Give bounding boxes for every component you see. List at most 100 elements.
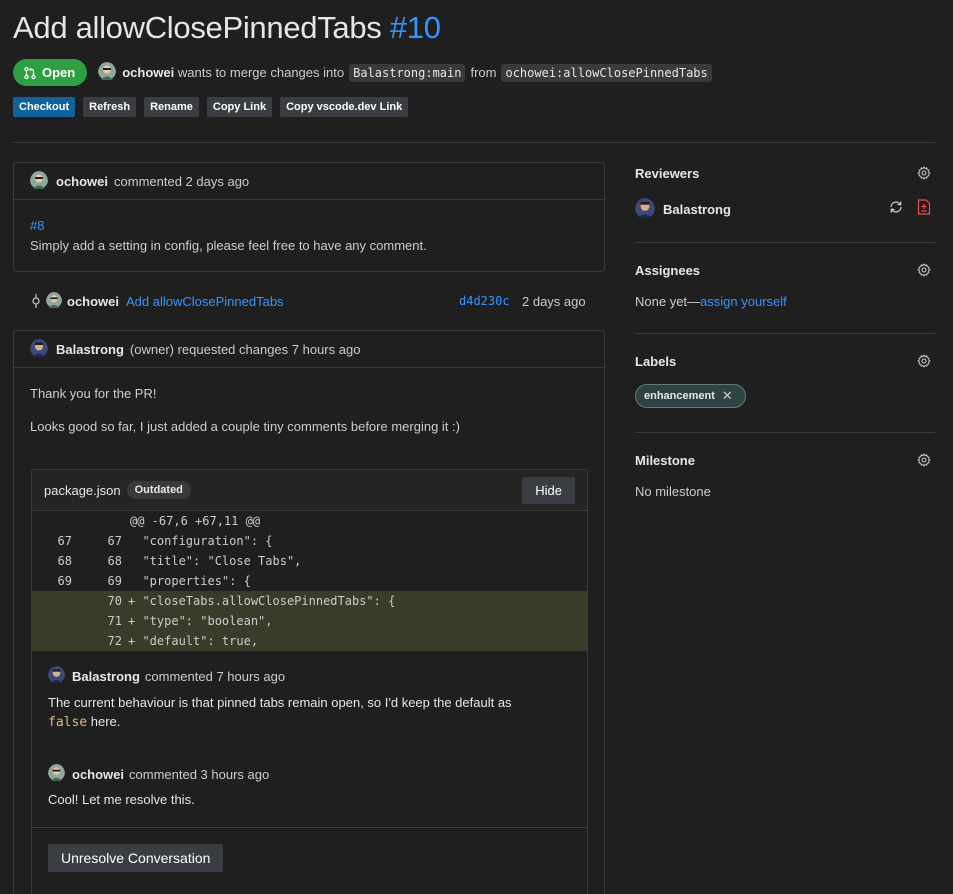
review-paragraph: Thank you for the PR! bbox=[30, 386, 157, 401]
diff-hunk: @@ -67,6 +67,11 @@ 67 67 "configuration": … bbox=[32, 511, 587, 651]
pr-title: Add allowClosePinnedTabs #10 bbox=[13, 10, 441, 46]
sidebar-divider bbox=[635, 432, 935, 433]
issue-link[interactable]: #8 bbox=[30, 218, 44, 233]
changes-requested-icon bbox=[917, 199, 931, 215]
thread-text: Cool! Let me resolve this. bbox=[48, 792, 195, 807]
diff-line: 70 + "closeTabs.allowClosePinnedTabs": { bbox=[32, 591, 587, 611]
review-author[interactable]: Balastrong bbox=[56, 342, 124, 357]
diff-line: 68 68 "title": "Close Tabs", bbox=[32, 551, 587, 571]
rename-button[interactable]: Rename bbox=[144, 97, 199, 117]
source-branch: ochowei:allowClosePinnedTabs bbox=[501, 63, 712, 82]
avatar[interactable] bbox=[30, 170, 48, 192]
copy-link-button[interactable]: Copy Link bbox=[206, 97, 273, 117]
refresh-icon[interactable] bbox=[888, 199, 904, 215]
new-line-number: 72 bbox=[107, 634, 122, 648]
sidebar-divider bbox=[635, 242, 935, 243]
sidebar-divider bbox=[635, 333, 935, 334]
old-line-number: 69 bbox=[57, 574, 72, 588]
new-line-number: 67 bbox=[107, 534, 122, 548]
diff-line: 67 67 "configuration": { bbox=[32, 531, 587, 551]
gear-icon[interactable] bbox=[917, 166, 931, 180]
commit-time: 2 days ago bbox=[522, 293, 586, 309]
avatar[interactable] bbox=[98, 62, 117, 83]
target-branch: Balastrong:main bbox=[349, 63, 466, 82]
old-line-number bbox=[32, 631, 72, 651]
new-line-number: 71 bbox=[107, 614, 122, 628]
diff-code: + "type": "boolean", bbox=[128, 614, 273, 628]
pr-number[interactable]: #10 bbox=[390, 10, 441, 45]
thread-text-part: here. bbox=[90, 714, 121, 729]
reviewer-name[interactable]: Balastrong bbox=[663, 202, 731, 217]
thread-meta: commented 3 hours ago bbox=[129, 766, 270, 782]
reviewers-title: Reviewers bbox=[635, 166, 700, 181]
outdated-badge: Outdated bbox=[126, 481, 191, 499]
thread-author[interactable]: Balastrong bbox=[72, 669, 140, 684]
label-chip[interactable]: enhancement ✕ bbox=[635, 384, 746, 408]
thread-author[interactable]: ochowei bbox=[72, 767, 124, 782]
description-comment: ochowei commented 2 days ago #8 Simply a… bbox=[13, 162, 605, 272]
new-line-number: 70 bbox=[107, 594, 122, 608]
thread-text: The current behaviour is that pinned tab… bbox=[48, 693, 587, 732]
thread-text-part: The current behaviour is that pinned tab… bbox=[48, 695, 512, 710]
avatar[interactable] bbox=[30, 338, 48, 360]
merge-text: wants to merge changes into bbox=[177, 65, 345, 80]
comment-text: Simply add a setting in config, please f… bbox=[30, 238, 427, 253]
gear-icon[interactable] bbox=[917, 263, 931, 277]
assignees-title: Assignees bbox=[635, 263, 701, 278]
review-meta: (owner) requested changes 7 hours ago bbox=[129, 341, 361, 357]
diff-line: 72 + "default": true, bbox=[32, 631, 587, 651]
commit-icon bbox=[32, 294, 40, 308]
diff-code: + "closeTabs.allowClosePinnedTabs": { bbox=[128, 594, 396, 608]
old-line-number: 67 bbox=[57, 534, 72, 548]
commit-event: ochowei Add allowClosePinnedTabs d4d230c… bbox=[13, 290, 605, 312]
from-text: from bbox=[470, 65, 497, 80]
old-line-number bbox=[32, 611, 72, 631]
label-text: enhancement bbox=[644, 390, 715, 402]
avatar[interactable] bbox=[48, 666, 65, 686]
diff-code: "configuration": { bbox=[128, 534, 273, 548]
copy-vscode-link-button[interactable]: Copy vscode.dev Link bbox=[280, 97, 409, 117]
pr-status-row: Open ochowei wants to merge changes into… bbox=[13, 59, 717, 86]
file-name[interactable]: package.json bbox=[44, 483, 121, 498]
comment-author[interactable]: ochowei bbox=[56, 174, 108, 189]
labels-title: Labels bbox=[635, 354, 677, 369]
comment-meta: commented 2 days ago bbox=[114, 173, 250, 189]
review-header: Balastrong (owner) requested changes 7 h… bbox=[14, 331, 604, 368]
commit-sha-link[interactable]: d4d230c bbox=[459, 294, 510, 308]
close-icon[interactable]: ✕ bbox=[722, 388, 733, 404]
assign-yourself-link[interactable]: assign yourself bbox=[700, 294, 787, 309]
diff-code: "properties": { bbox=[128, 574, 251, 588]
avatar[interactable] bbox=[46, 291, 62, 311]
diff-code: @@ -67,6 +67,11 @@ bbox=[130, 514, 261, 528]
gear-icon[interactable] bbox=[917, 354, 931, 368]
review-paragraph: Looks good so far, I just added a couple… bbox=[30, 419, 460, 434]
diff-code: "title": "Close Tabs", bbox=[128, 554, 302, 568]
author-name[interactable]: ochowei bbox=[122, 65, 174, 80]
thread-file-header: package.json Outdated Hide bbox=[32, 470, 587, 511]
old-line-number bbox=[32, 591, 72, 611]
inline-code: false bbox=[48, 715, 88, 730]
checkout-button[interactable]: Checkout bbox=[13, 97, 76, 117]
reviewers-section: Reviewers Balastrong bbox=[635, 166, 935, 218]
thread-comment-header: Balastrong commented 7 hours ago bbox=[48, 666, 587, 686]
avatar[interactable] bbox=[48, 764, 65, 784]
old-line-number: 68 bbox=[57, 554, 72, 568]
assignees-none: None yet— bbox=[635, 294, 701, 309]
milestone-value: No milestone bbox=[635, 484, 711, 499]
milestone-title: Milestone bbox=[635, 453, 695, 468]
diff-code: + "default": true, bbox=[128, 634, 259, 648]
thread-comment: ochowei commented 3 hours ago Cool! Let … bbox=[32, 764, 587, 809]
commit-author[interactable]: ochowei bbox=[67, 294, 119, 309]
thread-footer: Unresolve Conversation bbox=[32, 827, 587, 894]
unresolve-conversation-button[interactable]: Unresolve Conversation bbox=[48, 844, 224, 872]
commit-message-link[interactable]: Add allowClosePinnedTabs bbox=[126, 294, 284, 309]
pull-request-icon bbox=[24, 66, 36, 79]
diff-line: @@ -67,6 +67,11 @@ bbox=[32, 511, 587, 531]
refresh-button[interactable]: Refresh bbox=[83, 97, 137, 117]
hide-button[interactable]: Hide bbox=[522, 477, 575, 504]
pr-title-text: Add allowClosePinnedTabs bbox=[13, 10, 382, 45]
thread-comment: Balastrong commented 7 hours ago The cur… bbox=[32, 666, 587, 732]
gear-icon[interactable] bbox=[917, 453, 931, 467]
avatar[interactable] bbox=[635, 198, 655, 221]
merge-description: ochowei wants to merge changes into bbox=[122, 65, 344, 80]
